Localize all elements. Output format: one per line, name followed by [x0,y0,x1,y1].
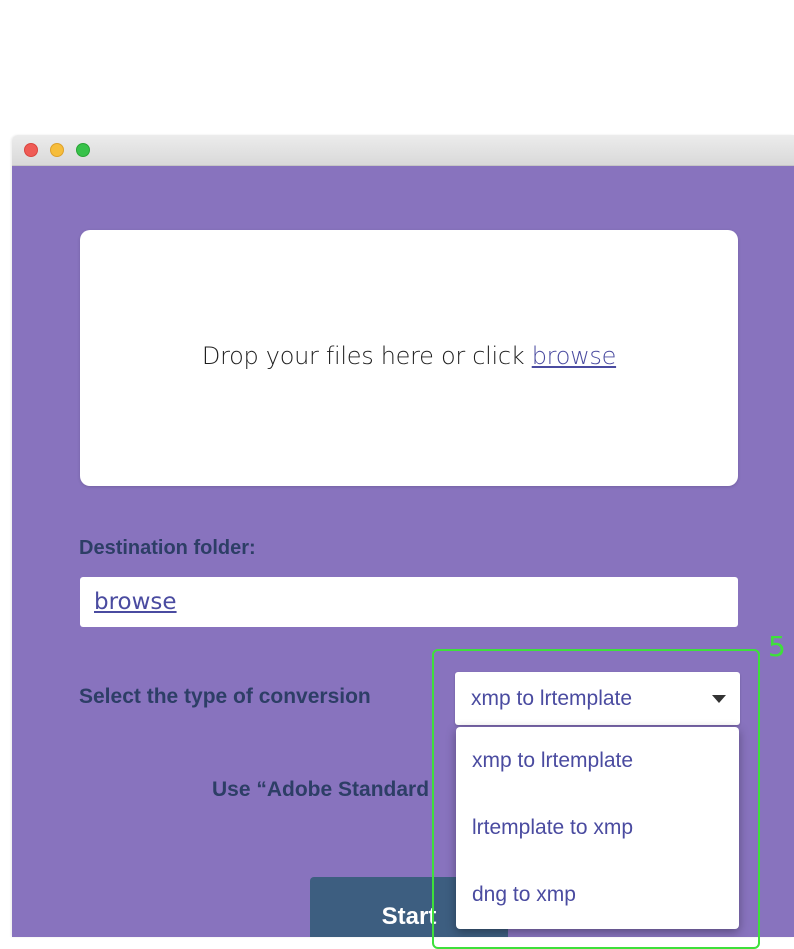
menu-item-lrtemplate-to-xmp[interactable]: lrtemplate to xmp [456,794,739,861]
minimize-window-icon[interactable] [50,143,64,157]
menu-item-xmp-to-lrtemplate[interactable]: xmp to lrtemplate [456,727,739,794]
conversion-type-select[interactable]: xmp to lrtemplate [455,672,740,725]
menu-item-dng-to-xmp[interactable]: dng to xmp [456,861,739,928]
title-bar [12,135,794,166]
app-window: Drop your files here or click browse Des… [12,135,794,937]
destination-folder-label: Destination folder: [79,537,256,559]
annotation-number: 5 [768,630,786,663]
chevron-down-icon [712,695,726,703]
drop-zone-text: Drop your files here or click browse [201,342,617,370]
destination-browse-link[interactable]: browse [94,589,177,615]
conversion-selected-value: xmp to lrtemplate [471,687,633,710]
drop-zone-browse-link[interactable]: browse [532,342,617,370]
maximize-window-icon[interactable] [76,143,90,157]
destination-folder-field[interactable]: browse [80,577,738,627]
file-drop-zone[interactable]: Drop your files here or click browse [80,230,738,486]
adobe-standard-label: Use “Adobe Standard [212,778,430,801]
close-window-icon[interactable] [24,143,38,157]
conversion-dropdown-menu: xmp to lrtemplate lrtemplate to xmp dng … [456,727,739,929]
main-content: Drop your files here or click browse Des… [12,166,794,937]
conversion-type-label: Select the type of conversion [79,685,371,708]
